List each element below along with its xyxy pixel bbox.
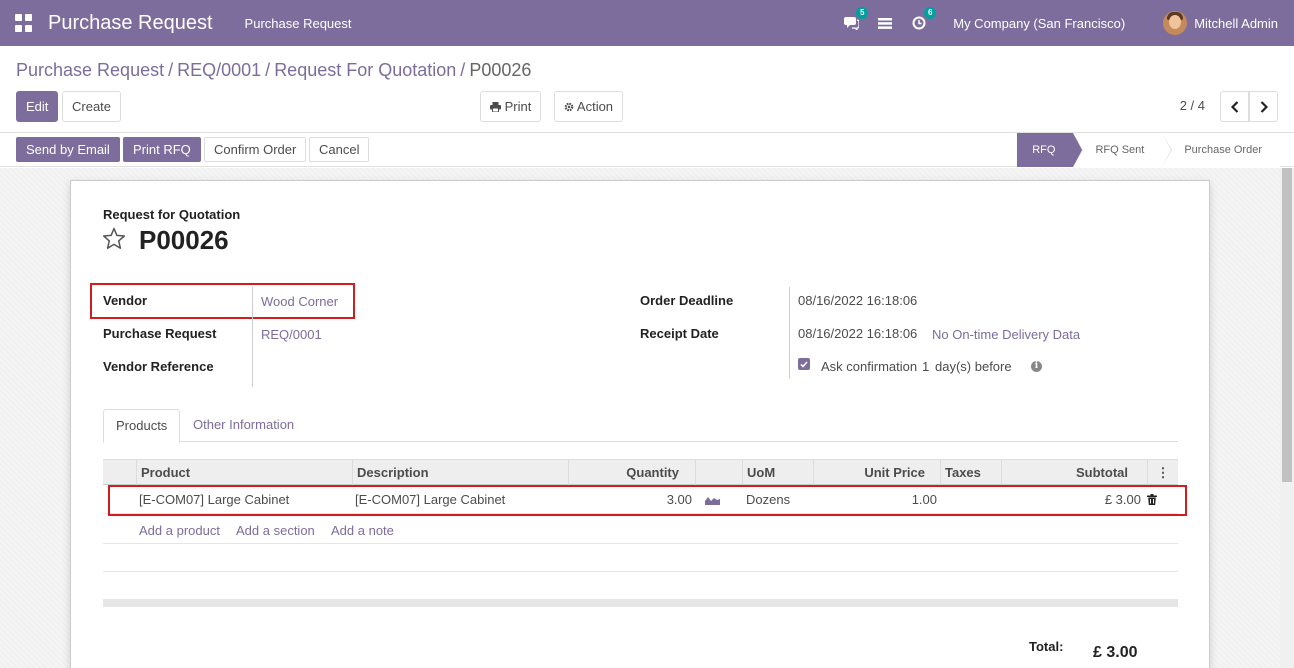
field-divider <box>789 287 790 379</box>
nav-menu-purchase-request[interactable]: Purchase Request <box>245 16 352 31</box>
print-label: Print <box>504 99 532 114</box>
printer-icon <box>490 102 501 113</box>
navbar-systray: 5 6 My Company (San Francisco) Mitchell … <box>843 0 1294 46</box>
vendor-reference-label: Vendor Reference <box>103 359 214 374</box>
vertical-scrollbar[interactable] <box>1280 168 1294 668</box>
control-panel: Purchase Request / REQ/0001/Request For Qu… <box>0 46 1294 133</box>
document-type-label: Request for Quotation <box>103 207 241 222</box>
activities-badge: 6 <box>924 7 937 19</box>
column-unit-price[interactable]: Unit Price <box>813 460 941 485</box>
menu-list-icon[interactable] <box>877 15 893 31</box>
table-footer <box>103 599 1178 607</box>
breadcrumb-item-purchase-request[interactable]: Purchase Request <box>16 60 164 80</box>
receipt-date-label: Receipt Date <box>640 326 719 341</box>
column-options-icon[interactable]: ⋮ <box>1147 460 1178 485</box>
print-rfq-button[interactable]: Print RFQ <box>123 137 201 162</box>
chevron-right-icon <box>1260 100 1268 113</box>
send-by-email-button[interactable]: Send by Email <box>16 137 120 162</box>
column-product[interactable]: Product <box>136 460 353 485</box>
order-deadline-label: Order Deadline <box>640 293 734 308</box>
column-description[interactable]: Description <box>352 460 569 485</box>
tab-products[interactable]: Products <box>103 409 181 443</box>
column-quantity[interactable]: Quantity <box>568 460 695 485</box>
action-button[interactable]: Action <box>554 91 624 122</box>
cancel-button[interactable]: Cancel <box>309 137 370 162</box>
breadcrumb-item-req[interactable]: REQ/0001 <box>177 60 261 80</box>
pager-value[interactable]: 2 / 4 <box>1180 98 1205 113</box>
column-taxes[interactable]: Taxes <box>940 460 1002 485</box>
add-line-row <box>103 516 1178 544</box>
stage-purchase-order[interactable]: Purchase Order <box>1162 133 1280 167</box>
order-line-highlight-box <box>108 485 1187 516</box>
user-menu[interactable]: Mitchell Admin <box>1194 16 1278 31</box>
form-content-area: Request for Quotation P00026 Vendor Wood… <box>0 168 1280 668</box>
ask-confirmation-checkbox[interactable] <box>798 358 810 370</box>
info-icon[interactable]: i <box>1031 361 1042 372</box>
activities-clock-icon[interactable]: 6 <box>911 7 937 31</box>
column-uom[interactable]: UoM <box>742 460 814 485</box>
ask-confirmation-days-field[interactable]: 1 <box>922 359 929 374</box>
field-divider <box>252 287 253 387</box>
ask-confirmation-suffix: day(s) before <box>935 359 1012 374</box>
purchase-request-label: Purchase Request <box>103 326 217 341</box>
ask-confirmation-label: Ask confirmation <box>821 359 918 374</box>
pager-previous-button[interactable] <box>1220 91 1249 122</box>
confirm-order-button[interactable]: Confirm Order <box>204 137 307 162</box>
checkmark-icon <box>800 360 808 368</box>
chevron-left-icon <box>1230 100 1238 113</box>
user-avatar[interactable] <box>1163 11 1188 35</box>
company-switcher[interactable]: My Company (San Francisco) <box>953 16 1125 31</box>
breadcrumb: Purchase Request / REQ/0001/Request For Qu… <box>16 60 532 80</box>
app-brand[interactable]: Purchase Request <box>48 12 213 35</box>
tab-other-information[interactable]: Other Information <box>181 409 306 442</box>
create-button[interactable]: Create <box>62 91 122 122</box>
empty-row <box>103 544 1178 572</box>
column-subtotal[interactable]: Subtotal <box>1001 460 1148 485</box>
form-sheet: Request for Quotation P00026 Vendor Wood… <box>70 180 1210 668</box>
messages-badge: 5 <box>856 7 869 19</box>
document-name: P00026 <box>139 225 229 255</box>
notebook-tabs: Products Other Information <box>103 409 1178 443</box>
receipt-date-field[interactable]: 08/16/2022 16:18:06 <box>798 326 917 341</box>
purchase-request-field[interactable]: REQ/0001 <box>261 327 322 342</box>
print-button[interactable]: Print <box>480 91 542 122</box>
gear-icon <box>564 102 574 112</box>
breadcrumb-current: P00026 <box>469 60 532 80</box>
stage-pipeline: RFQ RFQ Sent Purchase Order <box>1017 133 1280 167</box>
order-lines-header: Product Description Quantity UoM Unit Pr… <box>103 459 1178 485</box>
on-time-delivery-link[interactable]: No On-time Delivery Data <box>932 327 1080 342</box>
form-statusbar: Send by Email Print RFQ Confirm Order Ca… <box>0 133 1294 167</box>
scrollbar-thumb[interactable] <box>1282 168 1292 482</box>
edit-button[interactable]: Edit <box>16 91 59 122</box>
vendor-field[interactable]: Wood Corner <box>261 294 338 309</box>
total-label: Total: <box>1029 639 1064 654</box>
breadcrumb-item-rfq[interactable]: Request For Quotation <box>274 60 456 80</box>
apps-menu-icon[interactable] <box>15 14 33 32</box>
stage-rfq[interactable]: RFQ <box>1017 133 1084 167</box>
messages-icon[interactable]: 5 <box>843 7 869 31</box>
action-label: Action <box>576 99 614 114</box>
total-value: £ 3.00 <box>1093 644 1138 661</box>
vendor-label: Vendor <box>103 293 148 308</box>
pager-next-button[interactable] <box>1249 91 1278 122</box>
star-icon[interactable] <box>102 227 126 250</box>
stage-rfq-sent[interactable]: RFQ Sent <box>1073 133 1173 167</box>
top-navbar: Purchase Request Purchase Request 5 6 My… <box>0 0 1294 46</box>
column-forecast <box>695 460 743 485</box>
order-deadline-field[interactable]: 08/16/2022 16:18:06 <box>798 293 917 308</box>
